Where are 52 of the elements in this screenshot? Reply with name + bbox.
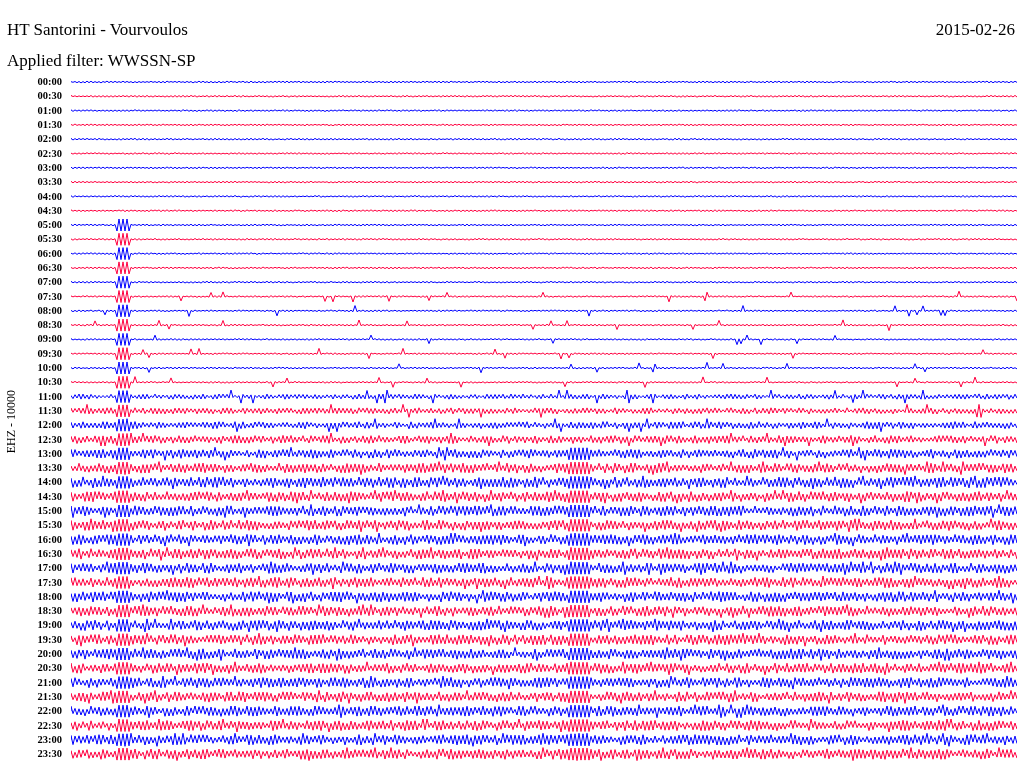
time-label: 18:00 (37, 590, 62, 603)
time-label: 11:30 (38, 404, 62, 417)
time-label: 00:30 (37, 90, 62, 103)
time-label: 05:00 (37, 219, 62, 232)
time-label: 15:30 (37, 519, 62, 532)
station-title: HT Santorini - Vourvoulos (7, 19, 188, 41)
time-label: 02:00 (37, 133, 62, 146)
time-label: 22:00 (37, 705, 62, 718)
time-label: 13:00 (37, 447, 62, 460)
time-label: 15:00 (37, 505, 62, 518)
time-label: 23:00 (37, 733, 62, 746)
time-label: 03:00 (37, 161, 62, 174)
time-label: 12:30 (37, 433, 62, 446)
time-label: 22:30 (37, 719, 62, 732)
time-label: 13:30 (37, 462, 62, 475)
time-label: 12:00 (37, 419, 62, 432)
time-label: 16:30 (37, 547, 62, 560)
time-label: 05:30 (37, 233, 62, 246)
time-label: 08:00 (37, 304, 62, 317)
time-label: 16:00 (37, 533, 62, 546)
time-label: 09:30 (37, 347, 62, 360)
time-label: 07:00 (37, 276, 62, 289)
axis-label: EHZ - 10000 (3, 389, 19, 453)
time-label: 01:00 (37, 104, 62, 117)
filter-label: Applied filter: WWSSN-SP (7, 51, 196, 70)
time-label: 21:00 (37, 676, 62, 689)
time-label: 20:30 (37, 662, 62, 675)
time-label: 02:30 (37, 147, 62, 160)
time-label: 03:30 (37, 176, 62, 189)
time-label: 23:30 (37, 748, 62, 761)
time-label: 07:30 (37, 290, 62, 303)
time-label: 08:30 (37, 319, 62, 332)
time-label: 21:30 (37, 690, 62, 703)
time-label: 04:30 (37, 204, 62, 217)
time-label: 06:00 (37, 247, 62, 260)
time-label: 17:00 (37, 562, 62, 575)
time-label: 14:00 (37, 476, 62, 489)
time-label: 10:00 (37, 362, 62, 375)
time-label: 09:00 (37, 333, 62, 346)
time-label: 14:30 (37, 490, 62, 503)
date-label: 2015-02-26 (935, 19, 1016, 41)
time-label: 19:30 (37, 633, 62, 646)
time-label: 00:00 (37, 76, 62, 89)
time-label: 10:30 (37, 376, 62, 389)
time-label: 06:30 (37, 262, 62, 274)
time-label: 04:00 (37, 190, 62, 203)
time-label: 19:00 (37, 619, 62, 632)
time-label: 11:00 (38, 390, 62, 403)
time-label: 18:30 (37, 605, 62, 618)
time-label: 17:30 (37, 576, 62, 589)
time-label: 20:00 (37, 648, 62, 660)
time-label: 01:30 (37, 119, 62, 132)
